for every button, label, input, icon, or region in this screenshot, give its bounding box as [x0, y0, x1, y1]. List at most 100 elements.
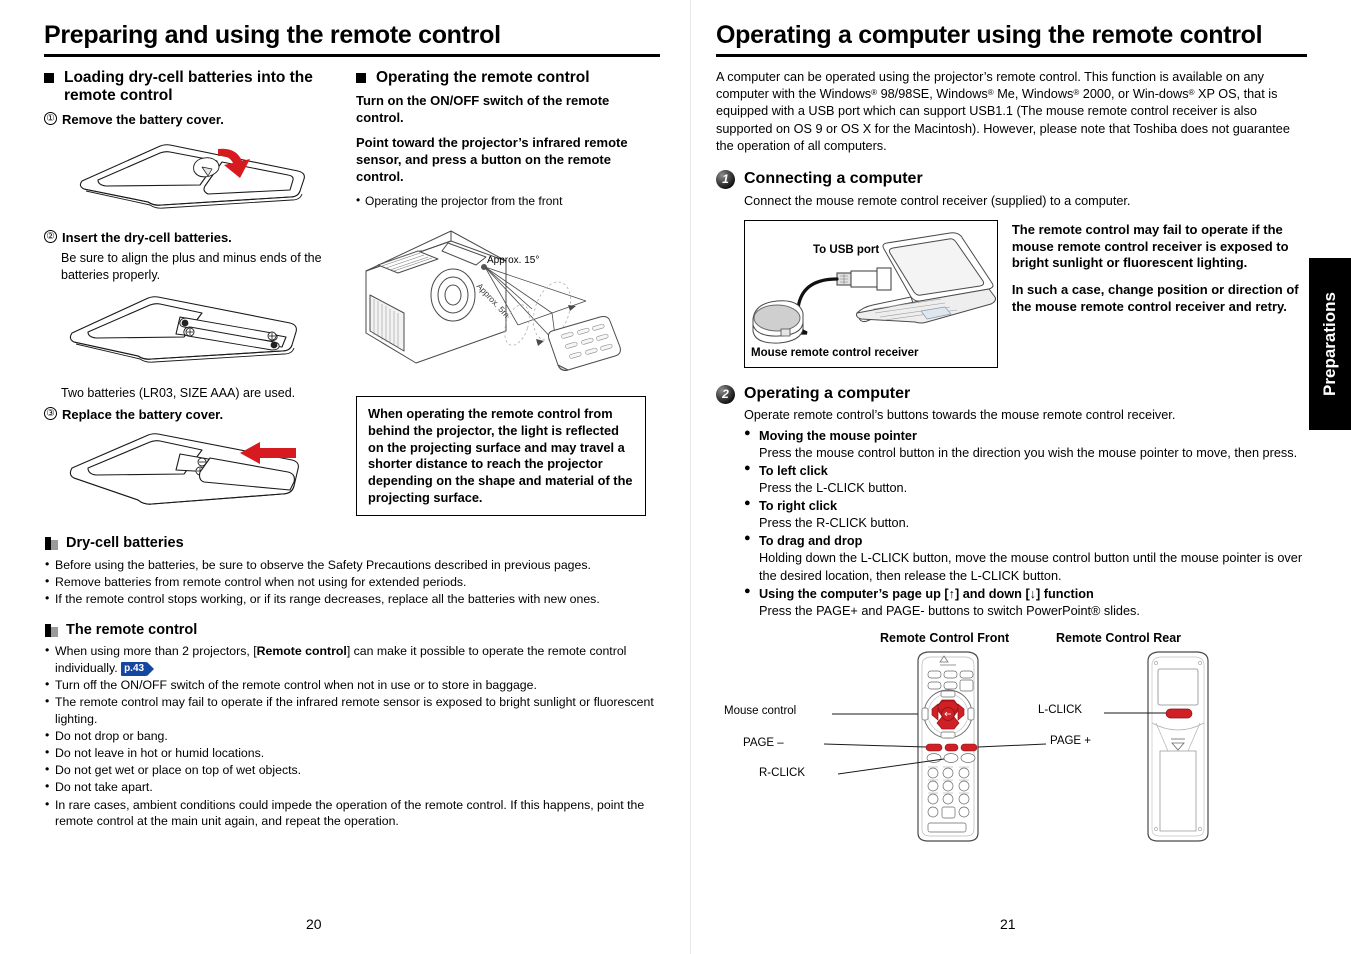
step-2-detail: Be sure to align the plus and minus ends… [61, 251, 322, 282]
section-the-remote-control: The remote control When using more than … [44, 622, 660, 830]
title-rule-right [716, 53, 1307, 57]
page-title-left: Preparing and using the remote control [44, 21, 501, 49]
warning-text-1: The remote control may fail to operate i… [1011, 222, 1289, 271]
right-page: Operating a computer using the remote co… [690, 0, 1351, 954]
text-pre: When using more than 2 projectors, [ [55, 644, 257, 659]
step-3-text: Replace the battery cover. [62, 406, 224, 422]
list-item: The remote control may fail to operate i… [44, 693, 660, 727]
connecting-body: Connect the mouse remote control receive… [744, 193, 1131, 208]
list-item: Do not get wet or place on top of wet ob… [44, 761, 660, 779]
step-1-text: Remove the battery cover. [62, 112, 224, 128]
side-tab-preparations: Preparations [1309, 258, 1351, 430]
list-item: If the remote control stops working, or … [44, 590, 660, 608]
page-reference-badge[interactable]: p.43 [121, 661, 155, 677]
list-item: To drag and drop Holding down the L-CLIC… [744, 532, 1307, 586]
connecting-diagram-row: To USB port Mouse remote control receive… [744, 220, 1307, 369]
title-rule-left [44, 53, 660, 57]
list-item-remote-control-setting: When using more than 2 projectors, [Remo… [44, 642, 660, 677]
operating-computer-body: Operate remote control’s buttons towards… [744, 408, 1176, 423]
step-2-text: Insert the dry-cell batteries. [62, 230, 232, 246]
heading-connecting-a-computer: 1 Connecting a computer [716, 169, 1307, 190]
left-page-columns: Loading dry-cell batteries into the remo… [44, 69, 660, 522]
page-title-right: Operating a computer using the remote co… [716, 21, 1263, 49]
step-number-badge-2: 2 [716, 385, 735, 405]
figure-remote-controls: Remote Control Front Remote Control Rear [716, 630, 1307, 842]
label-page-minus: PAGE – [743, 736, 784, 749]
remote-rear-illustration [1147, 650, 1209, 842]
figure-insert-batteries [54, 287, 334, 379]
label-l-click: L-CLICK [1038, 703, 1083, 716]
list-item: In rare cases, ambient conditions could … [44, 796, 660, 830]
list-item-body: Holding down the L-CLICK button, move th… [759, 551, 1303, 583]
list-item: Do not leave in hot or humid locations. [44, 744, 660, 762]
list-operating-computer: Moving the mouse pointer Press the mouse… [744, 427, 1307, 621]
step-2-number: ② [44, 230, 57, 244]
list-item-body: Press the PAGE+ and PAGE- buttons to swi… [759, 604, 1140, 619]
page-number-left: 20 [306, 916, 322, 932]
label-to-usb-port: To USB port [813, 244, 880, 257]
intro-p2: 98/98SE, Windows [877, 86, 988, 101]
list-the-remote-control: When using more than 2 projectors, [Remo… [44, 642, 660, 830]
step-2: ② Insert the dry-cell batteries. [44, 230, 334, 247]
warning-text-2: In such a case, change position or direc… [1011, 282, 1299, 314]
heading-operating-a-computer: 2 Operating a computer [716, 384, 1307, 405]
label-approx-angle: Approx. 15° [487, 255, 540, 267]
list-item: Remove batteries from remote control whe… [44, 573, 660, 591]
step-1-number: ① [44, 112, 57, 126]
list-item-body: Press the L-CLICK button. [759, 481, 908, 496]
intro-p3: Me, Windows [993, 86, 1074, 101]
column-operating-remote: Operating the remote control Turn on the… [356, 69, 646, 522]
label-mouse-remote-control-receiver: Mouse remote control receiver [751, 347, 919, 360]
caption-remote-rear: Remote Control Rear [1056, 630, 1182, 645]
list-item: Turn off the ON/OFF switch of the remote… [44, 676, 660, 694]
intro-p4: 2000, or Win-dows [1079, 86, 1189, 101]
note-box-text: When operating the remote control from b… [368, 406, 633, 505]
step-2-note: Two batteries (LR03, SIZE AAA) are used. [61, 386, 296, 401]
list-item: To right click Press the R-CLICK button. [744, 497, 1307, 533]
list-item-head: To right click [759, 498, 838, 513]
label-page-plus: PAGE + [1050, 734, 1092, 747]
text-bold-remote-control: Remote control [256, 644, 347, 659]
figure-projector-angles: Approx. 15° Approx. 5m [356, 213, 646, 378]
list-item: Moving the mouse pointer Press the mouse… [744, 427, 1307, 463]
heading-dry-cell-batteries: Dry-cell batteries [44, 535, 660, 552]
caption-remote-front: Remote Control Front [880, 630, 1010, 645]
figure-remove-battery-cover [50, 133, 334, 225]
section-dry-cell-batteries: Dry-cell batteries Before using the batt… [44, 535, 660, 607]
intro-paragraph: A computer can be operated using the pro… [716, 69, 1307, 156]
operating-para-1: Turn on the ON/OFF switch of the remote … [356, 93, 610, 126]
left-page: Preparing and using the remote control L… [0, 0, 690, 954]
heading-the-remote-control: The remote control [44, 622, 660, 639]
list-item: Before using the batteries, be sure to o… [44, 556, 660, 574]
list-item: To left click Press the L-CLICK button. [744, 462, 1307, 498]
list-item: Do not drop or bang. [44, 727, 660, 745]
heading-operating-remote: Operating the remote control [356, 69, 646, 88]
list-item-body: Press the R-CLICK button. [759, 516, 910, 531]
page-number-right: 21 [1000, 916, 1016, 932]
list-item-head: Moving the mouse pointer [759, 428, 917, 443]
heading-text: Operating a computer [744, 385, 911, 403]
heading-text: Connecting a computer [744, 170, 923, 188]
label-r-click: R-CLICK [759, 766, 806, 779]
figure-replace-battery-cover [54, 426, 334, 521]
list-dry-cell-batteries: Before using the batteries, be sure to o… [44, 556, 660, 608]
list-item: Do not take apart. [44, 779, 660, 796]
list-item-head: To left click [759, 463, 828, 478]
operating-bullet: Operating the projector from the front [356, 193, 646, 210]
label-mouse-control: Mouse control [724, 704, 797, 717]
remote-front-illustration [917, 650, 979, 842]
heading-loading-batteries: Loading dry-cell batteries into the remo… [44, 69, 334, 107]
list-item-head: To drag and drop [759, 533, 863, 548]
note-box-reflection: When operating the remote control from b… [356, 396, 646, 517]
column-loading-batteries: Loading dry-cell batteries into the remo… [44, 69, 334, 522]
list-item: Using the computer’s page up [↑] and dow… [744, 584, 1307, 621]
operating-para-2: Point toward the projector’s infrared re… [356, 135, 628, 184]
step-number-badge-1: 1 [716, 170, 735, 190]
step-3: ③ Replace the battery cover. [44, 406, 334, 424]
step-1: ① Remove the battery cover. [44, 112, 334, 129]
step-3-number: ③ [44, 406, 57, 420]
side-tab-label: Preparations [1320, 292, 1339, 396]
warning-block: The remote control may fail to operate i… [1012, 220, 1307, 325]
list-item-head: Using the computer’s page up [↑] and dow… [759, 586, 1094, 601]
figure-usb-connection: To USB port Mouse remote control receive… [744, 220, 998, 369]
